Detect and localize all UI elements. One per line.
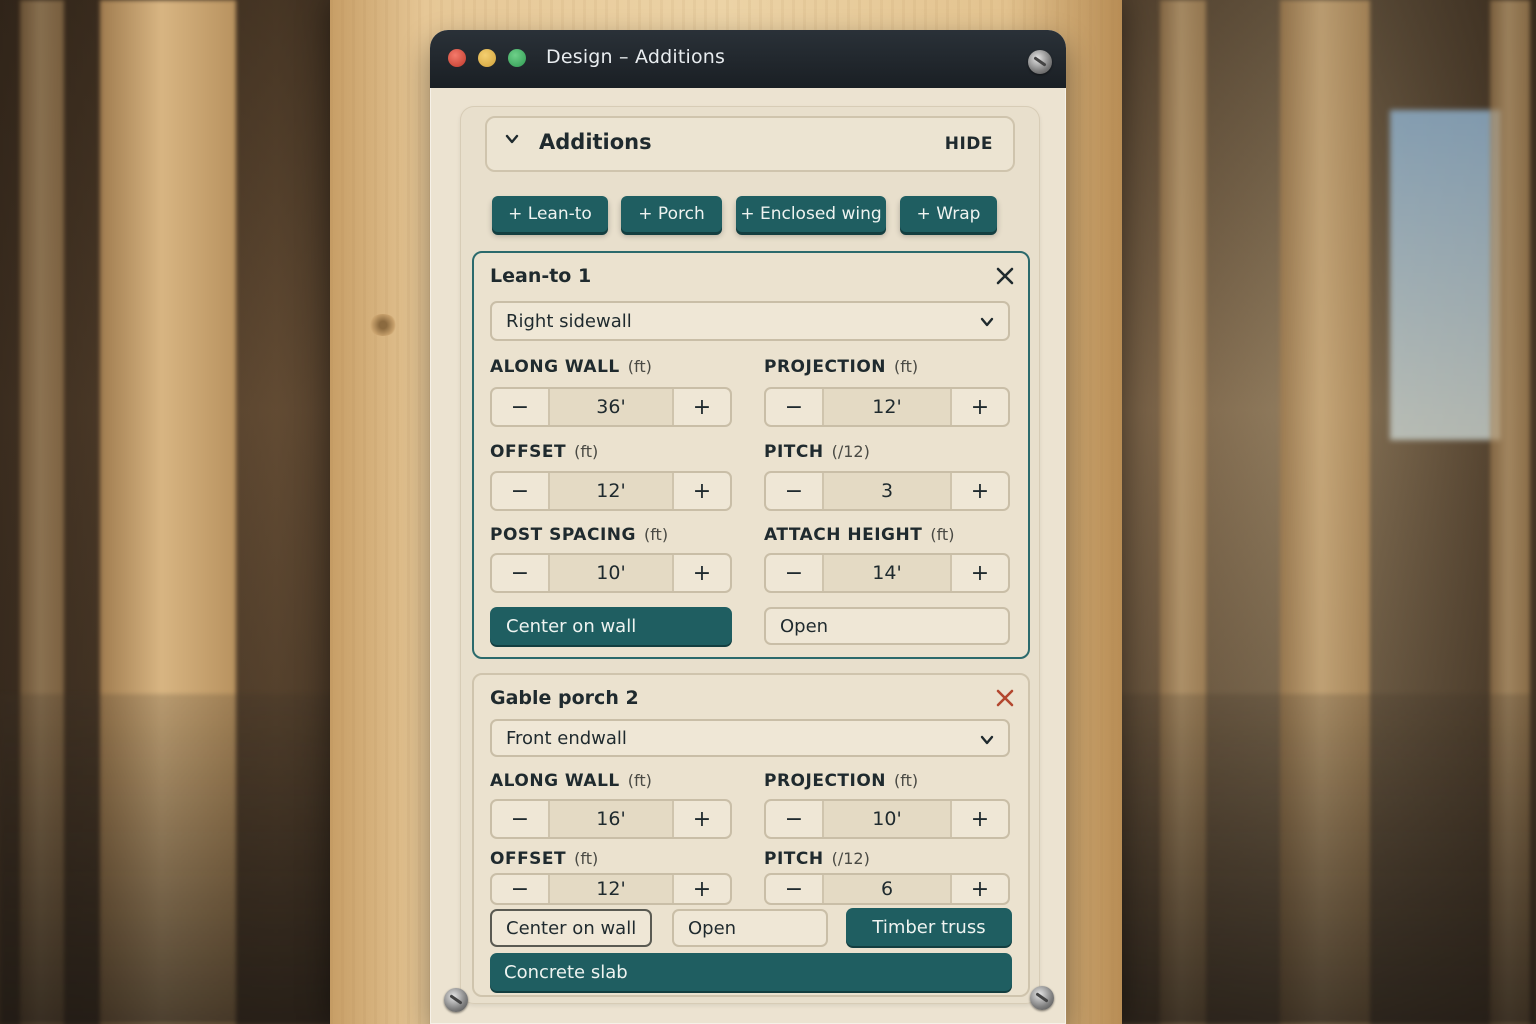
decrement-button[interactable]: − [766, 875, 822, 903]
stepper-value[interactable]: 36' [548, 389, 674, 425]
increment-button[interactable]: + [674, 555, 730, 591]
open-toggle[interactable]: Open [764, 607, 1010, 645]
along-wall-stepper: − 36' + [490, 387, 732, 427]
stepper-value[interactable]: 12' [548, 473, 674, 509]
card-title: Lean-to 1 [490, 265, 592, 287]
decrement-button[interactable]: − [492, 801, 548, 837]
increment-button[interactable]: + [952, 875, 1008, 903]
app-window: Design – Additions Additions HIDE + Lean… [430, 30, 1066, 1024]
wall-select[interactable]: Right sidewall [490, 301, 1010, 341]
increment-button[interactable]: + [674, 801, 730, 837]
increment-button[interactable]: + [674, 473, 730, 509]
chevron-down-icon [980, 317, 994, 327]
field-label: PITCH (/12) [764, 442, 870, 462]
decrement-button[interactable]: − [766, 473, 822, 509]
pitch-stepper: − 3 + [764, 471, 1010, 511]
increment-button[interactable]: + [674, 389, 730, 425]
add-porch-button[interactable]: + Porch [621, 196, 722, 232]
increment-button[interactable]: + [952, 389, 1008, 425]
field-label: ALONG WALL (ft) [490, 771, 652, 791]
chevron-down-icon [980, 735, 994, 745]
stepper-value[interactable]: 10' [548, 555, 674, 591]
increment-button[interactable]: + [952, 473, 1008, 509]
window-title: Design – Additions [546, 46, 726, 68]
stepper-value[interactable]: 12' [548, 875, 674, 903]
hide-button[interactable]: HIDE [945, 134, 993, 154]
stepper-value[interactable]: 6 [822, 875, 952, 903]
maximize-window-button[interactable] [508, 49, 526, 67]
chevron-down-icon[interactable] [505, 132, 519, 146]
open-toggle[interactable]: Open [672, 909, 828, 947]
offset-stepper: − 12' + [490, 471, 732, 511]
center-on-wall-button[interactable]: Center on wall [490, 909, 652, 947]
add-enclosed-wing-button[interactable]: + Enclosed wing [736, 196, 886, 232]
wood-knot [368, 314, 398, 336]
additions-panel: Additions HIDE + Lean-to + Porch + Enclo… [460, 106, 1040, 1004]
field-label: PROJECTION (ft) [764, 771, 919, 791]
along-wall-stepper: − 16' + [490, 799, 732, 839]
decrement-button[interactable]: − [766, 555, 822, 591]
stepper-value[interactable]: 3 [822, 473, 952, 509]
increment-button[interactable]: + [674, 875, 730, 903]
timber-truss-button[interactable]: Timber truss [846, 908, 1012, 946]
wall-select-value: Right sidewall [506, 311, 632, 332]
projection-stepper: − 10' + [764, 799, 1010, 839]
minimize-window-button[interactable] [478, 49, 496, 67]
title-bar: Design – Additions [430, 30, 1066, 88]
offset-stepper: − 12' + [490, 873, 732, 905]
post-spacing-stepper: − 10' + [490, 553, 732, 593]
close-window-button[interactable] [448, 49, 466, 67]
field-label: PROJECTION (ft) [764, 357, 919, 377]
increment-button[interactable]: + [952, 555, 1008, 591]
add-lean-to-button[interactable]: + Lean-to [492, 196, 608, 232]
stepper-value[interactable]: 10' [822, 801, 952, 837]
increment-button[interactable]: + [952, 801, 1008, 837]
section-title: Additions [539, 130, 652, 154]
center-on-wall-button[interactable]: Center on wall [490, 607, 732, 645]
close-icon[interactable] [994, 265, 1016, 287]
card-title: Gable porch 2 [490, 687, 639, 709]
add-wrap-button[interactable]: + Wrap [900, 196, 997, 232]
decrement-button[interactable]: − [492, 875, 548, 903]
pitch-stepper: − 6 + [764, 873, 1010, 905]
projection-stepper: − 12' + [764, 387, 1010, 427]
decrement-button[interactable]: − [492, 473, 548, 509]
screw-icon [1030, 986, 1054, 1010]
field-label: ATTACH HEIGHT (ft) [764, 525, 955, 545]
background-sky [1390, 110, 1500, 440]
close-icon[interactable] [994, 687, 1016, 709]
section-header[interactable]: Additions HIDE [485, 116, 1015, 172]
decrement-button[interactable]: − [766, 389, 822, 425]
decrement-button[interactable]: − [492, 389, 548, 425]
wall-select[interactable]: Front endwall [490, 719, 1010, 757]
field-label: OFFSET (ft) [490, 442, 599, 462]
decrement-button[interactable]: − [766, 801, 822, 837]
attach-height-stepper: − 14' + [764, 553, 1010, 593]
wall-select-value: Front endwall [506, 728, 627, 749]
decrement-button[interactable]: − [492, 555, 548, 591]
gable-porch-card: Gable porch 2 Front endwall ALONG WALL (f… [472, 673, 1030, 997]
stepper-value[interactable]: 16' [548, 801, 674, 837]
field-label: PITCH (/12) [764, 849, 870, 869]
field-label: ALONG WALL (ft) [490, 357, 652, 377]
lean-to-card: Lean-to 1 Right sidewall ALONG WALL (ft) … [472, 251, 1030, 659]
stepper-value[interactable]: 12' [822, 389, 952, 425]
field-label: POST SPACING (ft) [490, 525, 669, 545]
concrete-slab-button[interactable]: Concrete slab [490, 953, 1012, 991]
screw-icon [444, 988, 468, 1012]
field-label: OFFSET (ft) [490, 849, 599, 869]
screw-icon [1028, 50, 1052, 74]
stepper-value[interactable]: 14' [822, 555, 952, 591]
